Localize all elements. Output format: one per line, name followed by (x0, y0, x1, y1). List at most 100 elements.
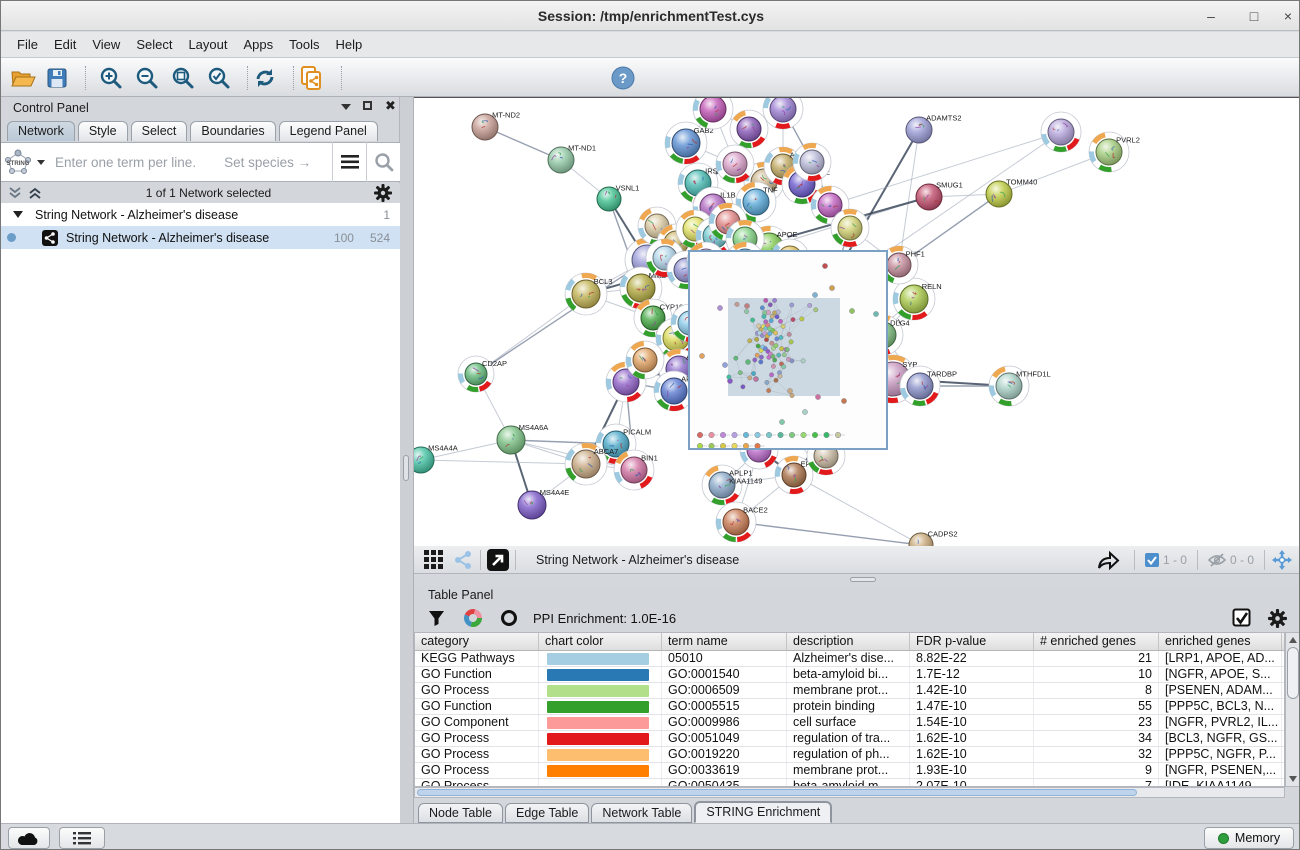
gear-icon[interactable] (1268, 609, 1287, 628)
network-node[interactable]: SMUG1 (916, 181, 963, 210)
string-query-input[interactable]: Enter one term per line. (55, 155, 196, 170)
network-node[interactable]: BCL3 (565, 273, 612, 315)
menu-item-tools[interactable]: Tools (281, 34, 327, 55)
network-node[interactable] (793, 143, 831, 181)
minimize-button[interactable]: – (1196, 5, 1226, 27)
maximize-button[interactable]: □ (1239, 5, 1269, 27)
table-row[interactable]: GO ComponentGO:0009986cell surface1.54E-… (415, 715, 1284, 731)
scroll-up-button[interactable] (1287, 633, 1299, 646)
birds-eye-view[interactable] (688, 250, 888, 450)
table-row[interactable]: KEGG Pathways05010Alzheimer's dise...8.8… (415, 651, 1284, 667)
grid-view-icon[interactable] (424, 550, 444, 570)
string-logo-icon[interactable]: STRING (1, 148, 35, 176)
help-button[interactable]: ? (609, 65, 637, 91)
tab-style[interactable]: Style (78, 121, 128, 141)
tab-node-table[interactable]: Node Table (418, 803, 503, 823)
menu-item-help[interactable]: Help (328, 34, 371, 55)
scroll-down-button[interactable] (1287, 772, 1299, 785)
column-header-FDR-p-value[interactable]: FDR p-value (910, 633, 1034, 650)
share-network-icon[interactable] (454, 550, 474, 570)
table-row[interactable]: GO ProcessGO:0033619membrane prot...1.93… (415, 763, 1284, 779)
column-header-chart-color[interactable]: chart color (539, 633, 662, 650)
tab-edge-table[interactable]: Edge Table (505, 803, 589, 823)
column-header-enriched-genes[interactable]: # enriched genes (1034, 633, 1159, 650)
panel-menu-icon[interactable] (341, 104, 351, 110)
tab-select[interactable]: Select (131, 121, 188, 141)
network-node[interactable]: VSNL1 (597, 183, 639, 211)
close-button[interactable]: × (1273, 5, 1300, 27)
network-edge[interactable] (421, 460, 586, 464)
float-panel-icon[interactable] (363, 101, 372, 110)
menu-item-file[interactable]: File (9, 34, 46, 55)
network-node[interactable] (763, 98, 803, 129)
network-node[interactable]: MTHFD1L (989, 366, 1051, 406)
network-edge[interactable] (736, 522, 921, 545)
table-row[interactable]: GO ProcessGO:0051049regulation of tra...… (415, 731, 1284, 747)
tab-string-enrichment[interactable]: STRING Enrichment (694, 801, 832, 823)
table-row[interactable]: GO ProcessGO:0006509membrane prot...1.42… (415, 683, 1284, 699)
tab-legend-panel[interactable]: Legend Panel (279, 121, 378, 141)
close-panel-icon[interactable]: ✖ (385, 101, 396, 111)
menu-item-layout[interactable]: Layout (180, 34, 235, 55)
network-node[interactable]: ADAMTS2 (906, 114, 962, 143)
network-node[interactable]: APLP1KIAA1149 (702, 465, 762, 505)
tree-expand-icon[interactable] (13, 211, 23, 218)
network-node[interactable]: BIN1 (614, 450, 658, 490)
zoom-in-button[interactable] (97, 65, 125, 91)
menu-item-select[interactable]: Select (128, 34, 180, 55)
network-node[interactable]: MS4A4E (518, 488, 569, 519)
network-edge[interactable] (476, 260, 647, 374)
tab-boundaries[interactable]: Boundaries (190, 121, 275, 141)
export-network-icon[interactable] (1096, 549, 1120, 571)
network-node[interactable]: PVRL2 (1089, 132, 1140, 172)
zoom-selected-button[interactable] (205, 65, 233, 91)
select-checkbox-icon[interactable] (1232, 608, 1252, 628)
table-horizontal-scrollbar[interactable] (414, 787, 1285, 798)
pie-chart-icon[interactable] (463, 608, 483, 628)
column-header-enriched-genes[interactable]: enriched genes (1159, 633, 1282, 650)
network-node[interactable]: BACE2 (716, 502, 768, 542)
pan-mode-icon[interactable] (1271, 549, 1293, 571)
table-row[interactable]: GO ProcessGO:0050435beta-amyloid m...2.0… (415, 779, 1284, 787)
open-session-button[interactable] (9, 65, 37, 91)
tab-network[interactable]: Network (7, 121, 75, 141)
splitter-grip[interactable] (850, 577, 876, 582)
network-node[interactable]: MT-ND2 (472, 111, 520, 140)
network-node[interactable] (730, 110, 768, 148)
set-species-link[interactable]: Set species → (224, 155, 332, 170)
network-node[interactable]: TOMM40 (986, 178, 1037, 207)
enrichment-table[interactable]: categorychart colorterm namedescriptionF… (414, 632, 1285, 787)
scrollbar-thumb[interactable] (417, 789, 1137, 796)
table-row[interactable]: GO FunctionGO:0005515protein binding1.47… (415, 699, 1284, 715)
open-in-window-icon[interactable] (487, 549, 509, 571)
tab-network-table[interactable]: Network Table (591, 803, 692, 823)
network-node[interactable]: MS4A4A (414, 444, 458, 473)
network-node[interactable]: CD2AP (458, 356, 507, 392)
refresh-button[interactable] (251, 65, 279, 91)
panel-splitter[interactable] (400, 97, 414, 823)
menu-item-edit[interactable]: Edit (46, 34, 84, 55)
network-node[interactable] (831, 209, 869, 247)
network-node[interactable] (1041, 112, 1081, 152)
scrollbar-thumb[interactable] (1287, 647, 1299, 699)
filter-icon[interactable] (428, 610, 445, 627)
column-header-description[interactable]: description (787, 633, 910, 650)
network-from-file-button[interactable] (297, 65, 325, 91)
column-header-term-name[interactable]: term name (662, 633, 787, 650)
string-search-button[interactable] (366, 142, 400, 182)
table-vertical-scrollbar[interactable] (1285, 632, 1300, 787)
cloud-button[interactable] (8, 827, 50, 849)
expand-all-icon[interactable] (27, 186, 43, 200)
network-node[interactable]: CADPS2 (909, 529, 958, 546)
memory-button[interactable]: Memory (1204, 827, 1294, 849)
network-node[interactable] (693, 98, 733, 129)
zoom-fit-button[interactable] (169, 65, 197, 91)
network-edge[interactable] (794, 475, 921, 545)
splitter-grip[interactable] (403, 455, 409, 481)
zoom-out-button[interactable] (133, 65, 161, 91)
task-list-button[interactable] (59, 827, 105, 849)
table-row[interactable]: GO FunctionGO:0001540beta-amyloid bi...1… (415, 667, 1284, 683)
menu-item-view[interactable]: View (84, 34, 128, 55)
string-source-caret-icon[interactable] (37, 160, 45, 165)
network-node[interactable] (626, 341, 664, 379)
